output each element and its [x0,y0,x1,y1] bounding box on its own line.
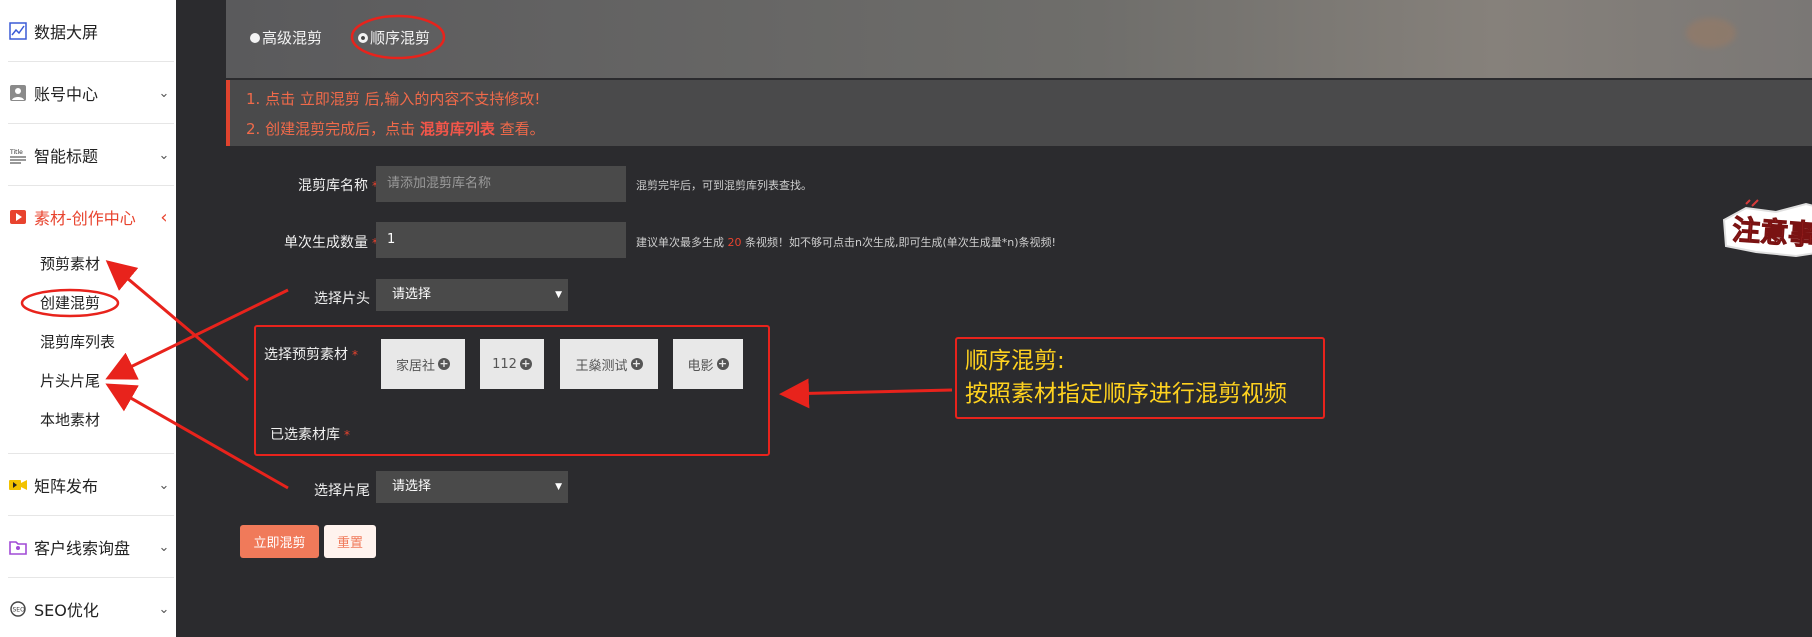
chevron-down-icon: ⌄ [158,539,170,555]
background-decoration [1686,18,1736,48]
notice-line-2: 2. 创建混剪完成后，点击 混剪库列表 查看。 [246,118,545,139]
notice-line-1: 1. 点击 立即混剪 后,输入的内容不支持修改! [246,90,541,108]
radio-sequential-mix[interactable]: 顺序混剪 [358,27,430,48]
count-label: 单次生成数量 * [238,232,378,252]
radio-icon [250,32,260,43]
radio-label: 顺序混剪 [370,29,431,47]
radio-advanced-mix[interactable]: 高级混剪 [250,27,322,48]
chevron-down-icon: ⌄ [158,601,170,617]
annotation-box-materials [254,325,770,456]
library-name-input[interactable]: 请添加混剪库名称 [376,166,626,202]
outro-label: 选择片尾 [314,483,370,499]
annotation-body: 按照素材指定顺序进行混剪视频 [965,381,1287,407]
radio-selected-icon [358,32,368,43]
mix-library-link[interactable]: 混剪库列表 [420,120,495,138]
intro-select[interactable]: 请选择 ▼ [376,279,568,311]
chevron-left-icon: ‹ [160,206,168,228]
hint-text: 建议单次最多生成 [636,236,724,249]
label-text: 单次生成数量 [284,235,368,251]
sidebar-item-label: 素材-创作中心 [34,209,136,228]
notice-line-2-suffix: 查看。 [499,120,545,138]
user-card-icon [8,83,28,103]
sub-item-intro-outro[interactable]: 片头片尾 [40,369,100,393]
video-play-icon [8,207,28,227]
sidebar-item-label: 矩阵发布 [34,477,99,496]
sidebar-item-label: 智能标题 [34,147,99,166]
label-text: 混剪库名称 [298,178,368,194]
sub-item-pre-clip[interactable]: 预剪素材 [40,252,100,276]
main-content: 高级混剪 顺序混剪 1. 点击 立即混剪 后,输入的内容不支持修改! 2. 创建… [226,0,1812,637]
svg-text:Title: Title [9,149,23,156]
sidebar-item-seo[interactable]: SEO SEO优化 ⌄ [0,578,176,637]
sidebar-item-dashboard[interactable]: 数据大屏 [0,0,176,62]
sub-item-create-mix[interactable]: 创建混剪 [40,291,100,315]
hint-text: 条视频！如不够可点击n次生成,即可生成(单次生成量*n)条视频! [745,236,1056,249]
chevron-down-icon: ⌄ [158,147,170,163]
sidebar-item-leads[interactable]: 客户线索询盘 ⌄ [0,516,176,578]
folder-user-icon [8,537,28,557]
sidebar-item-creation-center[interactable]: 素材-创作中心 ‹ [0,186,176,248]
title-icon: Title [8,145,28,165]
seo-icon: SEO [8,599,28,619]
dropdown-arrow-icon: ▼ [555,290,562,300]
library-name-hint: 混剪完毕后，可到混剪库列表查找。 [636,179,812,192]
sidebar-item-label: 账号中心 [34,85,99,104]
outro-select[interactable]: 请选择 ▼ [376,471,568,503]
sidebar-item-label: 数据大屏 [34,23,99,42]
annotation-callout-box: 顺序混剪: 按照素材指定顺序进行混剪视频 [955,337,1325,419]
dropdown-arrow-icon: ▼ [555,482,562,492]
sub-item-local-material[interactable]: 本地素材 [40,408,100,432]
reset-button[interactable]: 重置 [324,525,376,558]
svg-text:SEO: SEO [13,607,26,614]
hint-number: 20 [727,236,742,249]
sidebar-item-account[interactable]: 账号中心 ⌄ [0,62,176,124]
sidebar-item-label: SEO优化 [34,601,99,620]
count-hint: 建议单次最多生成 20 条视频！如不够可点击n次生成,即可生成(单次生成量*n)… [636,234,1056,250]
annotation-title: 顺序混剪: [965,348,1065,374]
notice-line-2-prefix: 2. 创建混剪完成后，点击 [246,120,416,138]
chart-line-icon [8,21,28,41]
sidebar-item-smart-title[interactable]: Title 智能标题 ⌄ [0,124,176,186]
start-mix-button[interactable]: 立即混剪 [240,525,319,558]
notice-sticker: 注意事项 [1716,198,1812,263]
mode-switch-bar: 高级混剪 顺序混剪 [226,0,1812,78]
intro-label: 选择片头 [314,291,370,307]
chevron-down-icon: ⌄ [158,85,170,101]
select-value: 请选择 [392,287,432,302]
count-input[interactable]: 1 [376,222,626,258]
video-camera-icon [8,475,28,495]
chevron-down-icon: ⌄ [158,477,170,493]
select-value: 请选择 [392,479,432,494]
sidebar-item-matrix-publish[interactable]: 矩阵发布 ⌄ [0,454,176,516]
radio-label: 高级混剪 [262,29,323,47]
notice-panel: 1. 点击 立即混剪 后,输入的内容不支持修改! 2. 创建混剪完成后，点击 混… [226,80,1812,146]
sidebar-item-label: 客户线索询盘 [34,539,131,558]
sidebar: 数据大屏 账号中心 ⌄ Title 智能标题 ⌄ 素材-创作中心 ‹ 预剪素材 … [0,0,176,637]
library-name-label: 混剪库名称 * [238,175,378,195]
app-window: 数据大屏 账号中心 ⌄ Title 智能标题 ⌄ 素材-创作中心 ‹ 预剪素材 … [0,0,1812,637]
sub-item-mix-library[interactable]: 混剪库列表 [40,330,115,354]
